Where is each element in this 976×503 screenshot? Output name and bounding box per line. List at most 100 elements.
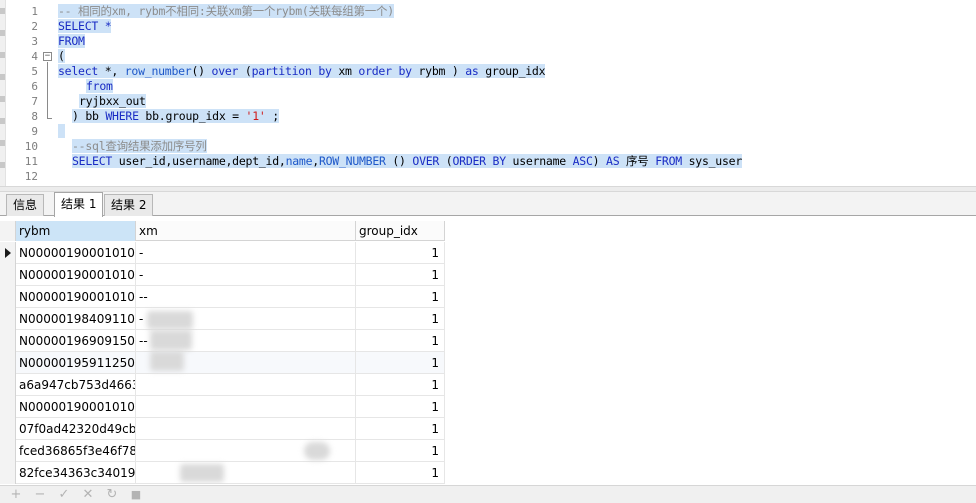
cell-xm[interactable] (136, 396, 356, 418)
result-tabs: 信息 结果 1 结果 2 (0, 192, 976, 217)
cell-rybm[interactable]: N000001900010100 (16, 264, 136, 286)
code-line-10: --sql查询结果添加序号列 (72, 139, 207, 153)
code-line-2: SELECT * (58, 19, 112, 33)
cell-xm[interactable]: - (136, 264, 356, 286)
cell-group-idx[interactable]: 1 (356, 286, 445, 308)
row-indicator[interactable] (0, 308, 16, 330)
grid-toolbar: + − ✓ ✕ ↻ ■ (0, 485, 976, 503)
code-line-11: SELECT user_id,username,dept_id,name,ROW… (72, 154, 742, 168)
table-row[interactable]: a6a947cb753d46639 1 (0, 374, 445, 396)
table-row[interactable]: N000001959112500 1 (0, 352, 445, 374)
cell-rybm[interactable]: N000001900010100 (16, 286, 136, 308)
row-indicator[interactable] (0, 330, 16, 352)
table-row[interactable]: N000001900010100-1 (0, 242, 445, 264)
column-header-group-idx[interactable]: group_idx (356, 221, 445, 241)
cell-group-idx[interactable]: 1 (356, 418, 445, 440)
cell-rybm[interactable]: N000001900010100 (16, 396, 136, 418)
fold-toggle-icon[interactable]: − (43, 52, 52, 61)
table-row[interactable]: N000001900010100 -- 1 (0, 286, 445, 308)
fold-guide (47, 62, 48, 118)
tab-result-2[interactable]: 结果 2 (104, 194, 154, 216)
line-number: 3 (31, 35, 38, 48)
table-row[interactable]: N000001984091100-1 (0, 308, 445, 330)
table-row[interactable]: fced36865f3e46f782 1 (0, 440, 445, 462)
stop-icon[interactable]: ■ (128, 487, 144, 503)
line-number: 4 (31, 50, 38, 63)
current-row-arrow-icon (5, 248, 11, 258)
cell-xm[interactable]: -- (136, 286, 356, 308)
line-number: 12 (24, 170, 38, 183)
line-number: 2 (31, 20, 38, 33)
table-row[interactable]: N000001900010100 1 (0, 396, 445, 418)
tab-info[interactable]: 信息 (6, 194, 45, 216)
row-indicator[interactable] (0, 396, 16, 418)
table-row[interactable]: N000001900010100-1 (0, 264, 445, 286)
apply-changes-icon[interactable]: ✓ (56, 487, 72, 503)
cell-group-idx[interactable]: 1 (356, 264, 445, 286)
code-line-3: FROM (58, 34, 85, 48)
cell-rybm[interactable]: N000001900010100 (16, 242, 136, 264)
redaction-blur (150, 351, 184, 371)
row-indicator[interactable] (0, 374, 16, 396)
cell-xm[interactable] (136, 418, 356, 440)
redaction-blur (304, 442, 330, 460)
line-number: 8 (31, 110, 38, 123)
table-row[interactable]: N000001969091500 -- 1 (0, 330, 445, 352)
cell-group-idx[interactable]: 1 (356, 462, 445, 484)
cell-group-idx[interactable]: 1 (356, 396, 445, 418)
cell-rybm[interactable]: fced36865f3e46f782 (16, 440, 136, 462)
line-number: 1 (31, 5, 38, 18)
cell-group-idx[interactable]: 1 (356, 352, 445, 374)
line-number: 5 (31, 65, 38, 78)
cell-xm[interactable] (136, 462, 356, 484)
cell-xm[interactable] (136, 374, 356, 396)
fold-gutter: − (40, 0, 54, 188)
cell-rybm[interactable]: N000001959112500 (16, 352, 136, 374)
line-number: 9 (31, 125, 38, 138)
line-number: 10 (24, 140, 38, 153)
code-line-5: select *, row_number() over (partition b… (58, 64, 546, 78)
redaction-blur (150, 330, 192, 350)
cell-rybm[interactable]: 82fce34363c340198 (16, 462, 136, 484)
cell-group-idx[interactable]: 1 (356, 242, 445, 264)
cell-group-idx[interactable]: 1 (356, 330, 445, 352)
cell-rybm[interactable]: N000001984091100 (16, 308, 136, 330)
result-grid[interactable]: rybm xm group_idx N000001900010100-1 N000… (0, 217, 976, 484)
refresh-icon[interactable]: ↻ (104, 487, 120, 503)
sql-editor[interactable]: 1 2 3 4 5 6 7 8 9 10 11 12 − -- 相同的xm, r… (0, 0, 976, 188)
row-indicator[interactable] (0, 286, 16, 308)
tab-result-1[interactable]: 结果 1 (54, 192, 104, 217)
delete-record-icon[interactable]: − (32, 487, 48, 503)
code-line-6: from (86, 79, 113, 93)
column-header-rybm[interactable]: rybm (16, 221, 136, 241)
code-line-4: ( (58, 49, 65, 63)
cell-xm[interactable]: - (136, 242, 356, 264)
row-indicator[interactable] (0, 440, 16, 462)
row-indicator[interactable] (0, 462, 16, 484)
cell-rybm[interactable]: N000001969091500 (16, 330, 136, 352)
cell-group-idx[interactable]: 1 (356, 374, 445, 396)
line-number-gutter: 1 2 3 4 5 6 7 8 9 10 11 12 (6, 0, 40, 188)
cell-group-idx[interactable]: 1 (356, 308, 445, 330)
redaction-blur (180, 464, 224, 482)
column-header-xm[interactable]: xm (136, 221, 356, 241)
row-indicator[interactable] (0, 418, 16, 440)
cell-group-idx[interactable]: 1 (356, 440, 445, 462)
code-line-8: ) bb WHERE bb.group_idx = '1' ; (72, 109, 279, 123)
row-indicator[interactable] (0, 242, 16, 264)
code-line-7: ryjbxx_out (79, 94, 146, 108)
code-line-1: -- 相同的xm, rybm不相同:关联xm第一个rybm(关联每组第一个) (58, 4, 394, 18)
row-indicator[interactable] (0, 352, 16, 374)
cell-rybm[interactable]: 07f0ad42320d49cbb (16, 418, 136, 440)
cell-rybm[interactable]: a6a947cb753d46639 (16, 374, 136, 396)
header-corner (0, 221, 16, 241)
discard-changes-icon[interactable]: ✕ (80, 487, 96, 503)
redaction-blur (147, 311, 193, 329)
line-number: 6 (31, 80, 38, 93)
line-number: 11 (24, 155, 38, 168)
fold-guide-end (47, 118, 52, 119)
grid-header: rybm xm group_idx (0, 221, 445, 241)
add-record-icon[interactable]: + (8, 487, 24, 503)
row-indicator[interactable] (0, 264, 16, 286)
table-row[interactable]: 07f0ad42320d49cbb 1 (0, 418, 445, 440)
